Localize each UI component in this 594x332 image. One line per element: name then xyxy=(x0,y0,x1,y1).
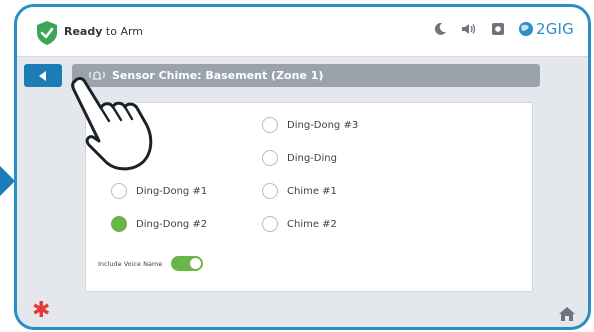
back-button[interactable] xyxy=(24,64,62,87)
brand-name: 2GIG xyxy=(535,20,574,38)
radio-button[interactable] xyxy=(262,183,278,199)
option-ding-dong-2[interactable]: Ding-Dong #2 xyxy=(111,216,207,232)
voice-name-toggle[interactable] xyxy=(171,256,204,271)
chime-options-panel: Ding-Dong #3 Ding-Ding Ding-Dong #1 Chim… xyxy=(85,102,533,292)
brand-logo: 2GIG xyxy=(518,20,574,38)
page-title: Sensor Chime: Basement (Zone 1) xyxy=(112,69,324,82)
radio-button[interactable] xyxy=(262,150,278,166)
top-icons: 2GIG xyxy=(431,20,574,38)
pointer-arrow xyxy=(0,166,15,196)
option-label: Chime #2 xyxy=(287,218,337,230)
radio-button[interactable] xyxy=(262,117,278,133)
option-label: Ding-Ding xyxy=(287,152,337,164)
option-ding-dong-1[interactable]: Ding-Dong #1 xyxy=(111,183,207,199)
status-bar: Ready to Arm 2GIG xyxy=(17,7,588,57)
radio-button-selected[interactable] xyxy=(111,216,127,232)
option-label: Ding-Dong #3 xyxy=(287,119,359,131)
option-label: Chime #1 xyxy=(287,185,337,197)
touchscreen: Ready to Arm 2GIG Sensor Chime: Basement… xyxy=(14,4,591,330)
arm-status: Ready to Arm xyxy=(64,25,144,38)
voice-name-label: Include Voice Name xyxy=(98,259,163,268)
panic-asterisk-icon[interactable]: ✱ xyxy=(32,300,50,322)
chime-bell-icon xyxy=(89,71,105,80)
shield-check-icon xyxy=(37,21,57,45)
brand-globe-icon xyxy=(518,22,533,36)
voice-name-row: Include Voice Name xyxy=(98,256,204,271)
option-ding-ding[interactable]: Ding-Ding xyxy=(262,150,337,166)
radio-button[interactable] xyxy=(111,183,127,199)
home-icon[interactable] xyxy=(558,306,576,322)
option-ding-dong-3[interactable]: Ding-Dong #3 xyxy=(262,117,358,133)
speaker-icon[interactable] xyxy=(460,20,478,38)
camera-icon[interactable] xyxy=(489,20,507,38)
back-arrow-icon xyxy=(39,70,46,81)
title-bar: Sensor Chime: Basement (Zone 1) xyxy=(72,64,540,87)
option-chime-2[interactable]: Chime #2 xyxy=(262,216,337,232)
option-chime-1[interactable]: Chime #1 xyxy=(262,183,337,199)
option-label: Ding-Dong #1 xyxy=(136,185,208,197)
moon-icon[interactable] xyxy=(431,20,449,38)
toggle-knob xyxy=(190,258,202,269)
option-label: Ding-Dong #2 xyxy=(136,218,208,230)
radio-button[interactable] xyxy=(262,216,278,232)
